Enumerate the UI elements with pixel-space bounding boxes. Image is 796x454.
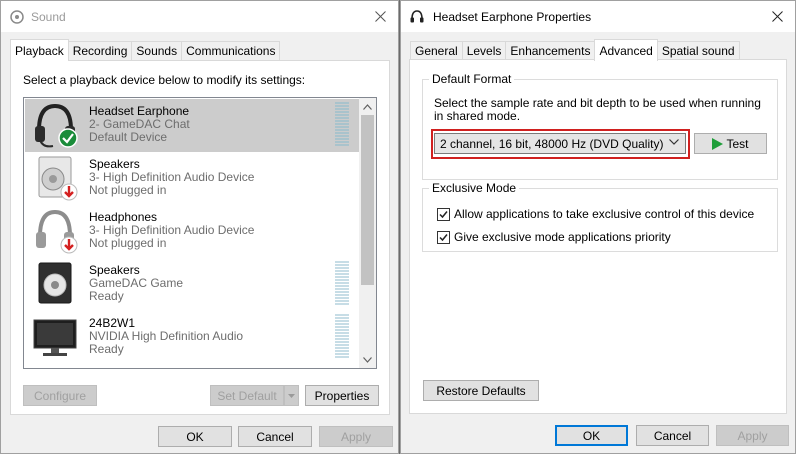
tab-recording[interactable]: Recording — [67, 41, 133, 60]
cancel-button[interactable]: Cancel — [238, 426, 312, 447]
close-icon — [771, 11, 783, 22]
device-text: Headset Earphone 2- GameDAC Chat Default… — [89, 105, 190, 144]
default-format-description: Select the sample rate and bit depth to … — [434, 97, 779, 123]
tab-levels[interactable]: Levels — [461, 41, 507, 60]
exclusive-priority-checkbox[interactable] — [437, 230, 450, 244]
device-item-speakers-hd[interactable]: Speakers 3- High Definition Audio Device… — [25, 152, 361, 205]
device-list: Headset Earphone 2- GameDAC Chat Default… — [23, 97, 377, 369]
exclusive-mode-label: Exclusive Mode — [429, 181, 520, 195]
device-status: Not plugged in — [89, 236, 167, 250]
window-title: Headset Earphone Properties — [433, 9, 592, 24]
device-status: Default Device — [89, 130, 168, 144]
annotation-highlight — [431, 129, 690, 159]
device-status: Not plugged in — [89, 183, 167, 197]
default-format-group: Default Format Select the sample rate an… — [422, 72, 779, 180]
device-status: Ready — [89, 342, 124, 356]
window-title: Sound — [31, 9, 66, 24]
device-item-monitor[interactable]: 24B2W1 NVIDIA High Definition Audio Read… — [25, 311, 361, 364]
instruction-text: Select a playback device below to modify… — [23, 73, 306, 87]
device-text: Headphones 3- High Definition Audio Devi… — [89, 211, 254, 250]
test-label: Test — [726, 136, 749, 151]
scroll-down-button[interactable] — [359, 351, 376, 368]
tab-communications[interactable]: Communications — [181, 41, 281, 60]
allow-exclusive-label: Allow applications to take exclusive con… — [454, 207, 755, 221]
chevron-down-icon — [363, 356, 372, 363]
device-item-headphones[interactable]: Headphones 3- High Definition Audio Devi… — [25, 205, 361, 258]
scroll-up-button[interactable] — [359, 98, 376, 115]
properties-titlebar: Headset Earphone Properties — [401, 1, 795, 32]
tab-spatial-sound[interactable]: Spatial sound — [656, 41, 740, 60]
properties-tabs: General Levels Enhancements Advanced Spa… — [410, 39, 740, 61]
configure-button[interactable]: Configure — [23, 385, 97, 406]
device-text: Speakers 3- High Definition Audio Device… — [89, 158, 254, 197]
exclusive-priority-label: Give exclusive mode applications priorit… — [454, 230, 671, 244]
sound-titlebar: Sound — [1, 1, 398, 32]
apply-button[interactable]: Apply — [319, 426, 393, 447]
default-format-label: Default Format — [429, 72, 515, 86]
monitor-icon — [33, 319, 77, 356]
ok-button[interactable]: OK — [555, 425, 628, 446]
restore-defaults-button[interactable]: Restore Defaults — [423, 380, 539, 401]
advanced-panel: Default Format Select the sample rate an… — [409, 59, 787, 414]
device-item-headset-earphone[interactable]: Headset Earphone 2- GameDAC Chat Default… — [25, 99, 361, 152]
speaker-icon — [38, 262, 72, 304]
properties-button[interactable]: Properties — [305, 385, 379, 406]
chevron-up-icon — [363, 103, 372, 110]
test-button[interactable]: Test — [694, 133, 767, 154]
close-button[interactable] — [759, 1, 795, 32]
play-icon — [712, 137, 724, 150]
default-check-icon — [58, 128, 78, 148]
close-button[interactable] — [362, 1, 398, 32]
tab-general[interactable]: General — [410, 41, 463, 60]
set-default-button[interactable]: Set Default — [210, 385, 284, 406]
unplugged-arrow-icon — [60, 183, 78, 201]
level-meter — [335, 102, 349, 147]
apply-button[interactable]: Apply — [716, 425, 789, 446]
checkmark-icon — [439, 233, 448, 241]
device-item-speakers-gamedac[interactable]: Speakers GameDAC Game Ready — [25, 258, 361, 311]
scroll-thumb[interactable] — [361, 115, 374, 285]
sound-window: Sound Playback Recording Sounds Communic… — [0, 0, 399, 454]
level-meter — [335, 261, 349, 306]
close-icon — [374, 11, 386, 22]
unplugged-arrow-icon — [60, 236, 78, 254]
allow-exclusive-checkbox[interactable] — [437, 207, 450, 221]
device-text: 24B2W1 NVIDIA High Definition Audio Read… — [89, 317, 243, 356]
level-meter — [335, 314, 349, 359]
cancel-button[interactable]: Cancel — [636, 425, 709, 446]
headset-app-icon — [410, 9, 424, 22]
device-list-scrollbar[interactable] — [359, 98, 376, 368]
checkmark-icon — [439, 210, 448, 218]
description-line: in shared mode. — [434, 109, 521, 123]
chevron-down-icon — [288, 393, 295, 398]
ok-button[interactable]: OK — [158, 426, 232, 447]
tab-sounds[interactable]: Sounds — [131, 41, 183, 60]
device-status: Ready — [89, 289, 124, 303]
exclusive-mode-group: Exclusive Mode Allow applications to tak… — [422, 181, 778, 252]
tab-advanced[interactable]: Advanced — [594, 39, 658, 61]
tab-playback[interactable]: Playback — [10, 39, 69, 61]
sound-tabs: Playback Recording Sounds Communications — [10, 39, 281, 61]
allow-exclusive-checkbox-row[interactable]: Allow applications to take exclusive con… — [437, 207, 754, 221]
exclusive-priority-checkbox-row[interactable]: Give exclusive mode applications priorit… — [437, 230, 671, 244]
tab-enhancements[interactable]: Enhancements — [505, 41, 596, 60]
device-text: Speakers GameDAC Game Ready — [89, 264, 183, 303]
speaker-app-icon — [10, 9, 24, 24]
set-default-dropdown[interactable] — [284, 385, 299, 406]
playback-panel: Select a playback device below to modify… — [10, 60, 390, 415]
